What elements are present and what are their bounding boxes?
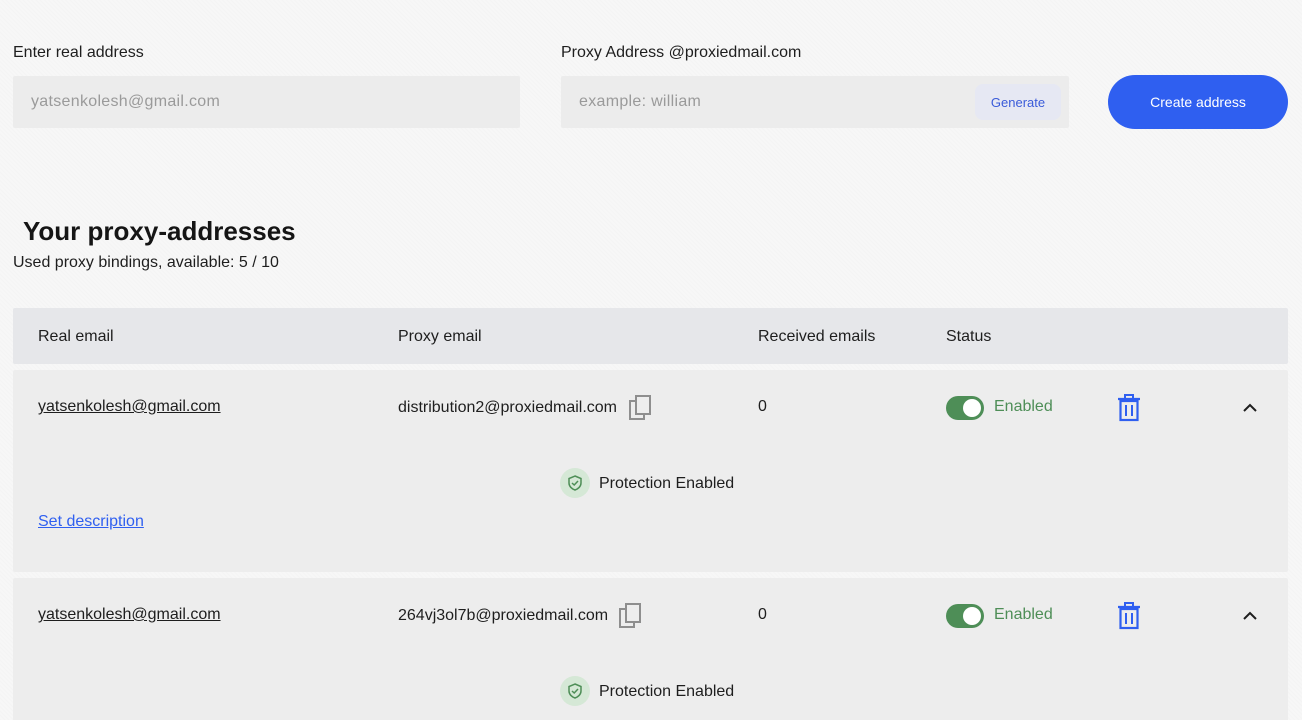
- proxy-email-text: 264vj3ol7b@proxiedmail.com: [398, 607, 609, 624]
- real-address-field-box: [13, 76, 520, 128]
- shield-check-icon: [560, 676, 590, 706]
- table-row: yatsenkolesh@gmail.com distribution2@pro…: [13, 370, 1288, 572]
- header-status: Status: [946, 328, 992, 345]
- trash-icon[interactable]: [1116, 602, 1142, 630]
- proxy-address-field-box: Generate: [561, 76, 1069, 128]
- chevron-up-icon[interactable]: [1241, 399, 1259, 417]
- trash-icon[interactable]: [1116, 394, 1142, 422]
- set-description-link[interactable]: Set description: [38, 513, 144, 531]
- received-count: 0: [758, 398, 767, 415]
- generate-button[interactable]: Generate: [975, 84, 1061, 120]
- status-toggle[interactable]: [946, 604, 984, 628]
- bindings-usage-text: Used proxy bindings, available: 5 / 10: [13, 254, 279, 271]
- toggle-knob: [963, 607, 981, 625]
- copy-icon[interactable]: [618, 603, 642, 629]
- chevron-up-icon[interactable]: [1241, 607, 1259, 625]
- table-row: yatsenkolesh@gmail.com 264vj3ol7b@proxie…: [13, 578, 1288, 720]
- protection-status-text: Protection Enabled: [599, 475, 735, 492]
- proxy-email-text: distribution2@proxiedmail.com: [398, 399, 617, 416]
- status-toggle[interactable]: [946, 396, 984, 420]
- real-email-link[interactable]: yatsenkolesh@gmail.com: [38, 606, 221, 624]
- real-email-link[interactable]: yatsenkolesh@gmail.com: [38, 398, 221, 416]
- protection-status-text: Protection Enabled: [599, 683, 735, 700]
- table-header: Real email Proxy email Received emails S…: [13, 308, 1288, 364]
- status-text: Enabled: [994, 398, 1053, 415]
- shield-check-icon: [560, 468, 590, 498]
- header-proxy-email: Proxy email: [398, 328, 482, 345]
- copy-icon[interactable]: [628, 395, 652, 421]
- page-title: Your proxy-addresses: [23, 216, 296, 246]
- header-received-emails: Received emails: [758, 328, 876, 345]
- create-address-button[interactable]: Create address: [1108, 75, 1288, 129]
- received-count: 0: [758, 606, 767, 623]
- header-real-email: Real email: [38, 328, 114, 345]
- status-text: Enabled: [994, 606, 1053, 623]
- toggle-knob: [963, 399, 981, 417]
- proxy-address-label: Proxy Address @proxiedmail.com: [561, 44, 802, 61]
- real-address-input[interactable]: [13, 76, 520, 128]
- real-address-label: Enter real address: [13, 44, 144, 61]
